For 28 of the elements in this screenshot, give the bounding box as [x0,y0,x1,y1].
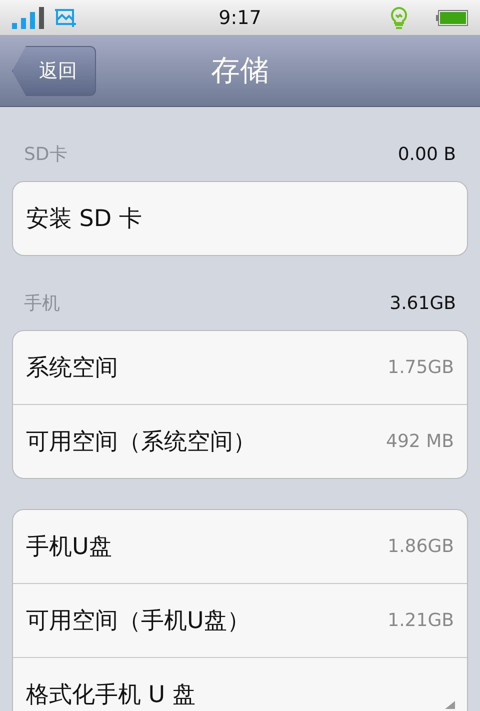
section-header: SD卡 [24,143,68,166]
settings-row[interactable]: 可用空间（手机U盘） 1.21GB [13,583,467,657]
row-label: 可用空间（手机U盘） [26,607,250,636]
row-label: 手机U盘 [26,533,112,562]
settings-row[interactable]: 安装 SD 卡 [13,182,467,255]
row-value: 492 MB [386,431,454,452]
back-button[interactable]: 返回 [12,46,96,96]
row-label: 安装 SD 卡 [26,205,142,234]
settings-row[interactable]: 系统空间 1.75GB [13,331,467,404]
battery-icon [436,10,468,26]
corner-icon [445,701,455,709]
row-value: 1.75GB [388,357,454,378]
section-header: 手机 [24,292,60,315]
signal-icon [12,6,44,28]
page-title: 存储 [211,52,269,89]
section-total: 0.00 B [398,144,456,164]
row-value: 1.86GB [388,536,454,557]
row-label: 系统空间 [26,354,118,383]
settings-row[interactable]: 手机U盘 1.86GB [13,510,467,583]
row-label: 可用空间（系统空间） [26,428,256,457]
row-label: 格式化手机 U 盘 [26,681,196,710]
section-total: 3.61GB [390,292,456,314]
lightbulb-icon [391,6,407,28]
status-time: 9:17 [218,6,262,28]
settings-row[interactable]: 可用空间（系统空间） 492 MB [13,404,467,478]
image-icon [55,8,77,28]
row-value: 1.21GB [388,610,454,631]
settings-row[interactable]: 格式化手机 U 盘 [13,657,467,711]
